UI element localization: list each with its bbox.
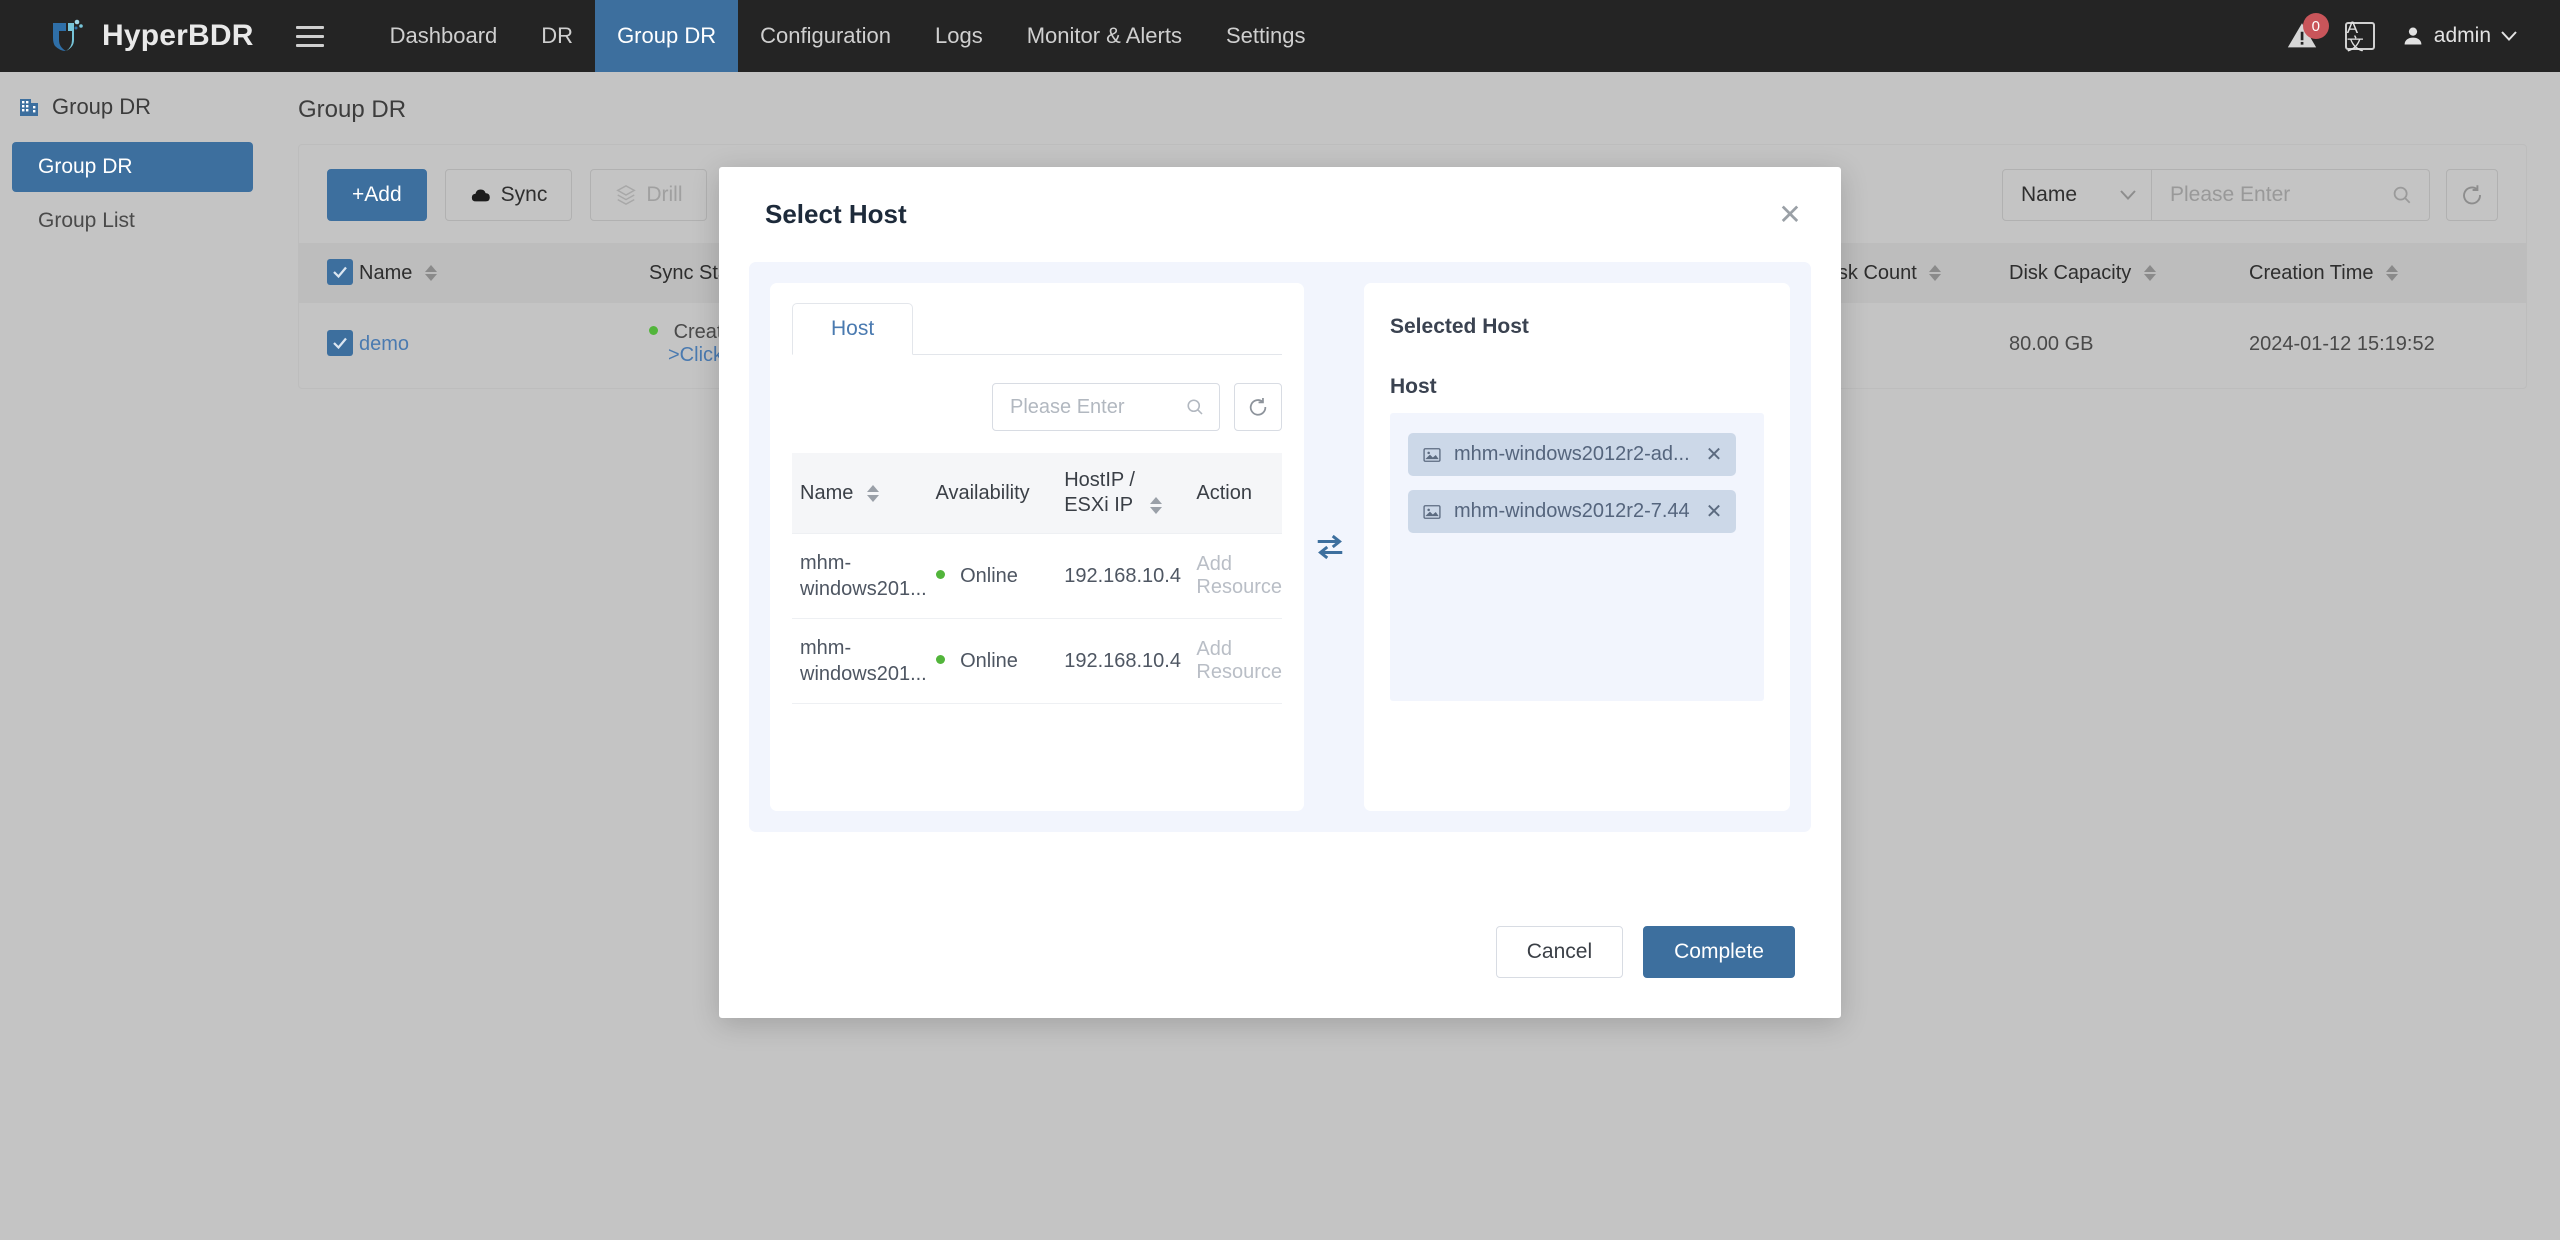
- column-header-action: Action: [1196, 481, 1252, 504]
- add-resource-link[interactable]: Add Resource: [1196, 553, 1282, 598]
- close-icon[interactable]: ✕: [1706, 499, 1723, 524]
- main-menu: Dashboard DR Group DR Configuration Logs…: [368, 0, 1328, 72]
- host-ip: 192.168.10.4: [1064, 649, 1181, 672]
- panel-tabs: Host: [792, 283, 1282, 355]
- host-availability: Online: [960, 649, 1018, 672]
- selected-host-chip-list: mhm-windows2012r2-ad... ✕ mhm-windows201…: [1390, 413, 1764, 701]
- host-ip: 192.168.10.4: [1064, 564, 1181, 587]
- status-dot-icon: [935, 654, 945, 664]
- user-icon: [2404, 27, 2422, 45]
- available-hosts-panel: Host Please Enter Name Availability Host…: [770, 283, 1304, 811]
- hyperbdr-logo-icon: [48, 16, 88, 56]
- available-hosts-table: Name Availability HostIP / ESXi IP Actio…: [792, 453, 1282, 704]
- selected-host-title: Selected Host: [1390, 315, 1529, 338]
- table-header-row: Name Availability HostIP / ESXi IP Actio…: [792, 453, 1282, 534]
- nav-item-group-dr[interactable]: Group DR: [595, 0, 739, 72]
- host-refresh-button[interactable]: [1234, 383, 1282, 431]
- image-icon: [1423, 504, 1441, 519]
- selected-host-chip[interactable]: mhm-windows2012r2-ad... ✕: [1408, 433, 1737, 476]
- close-icon[interactable]: ✕: [1775, 200, 1805, 229]
- refresh-icon: [1249, 398, 1267, 416]
- user-name: admin: [2433, 24, 2491, 47]
- sort-icon[interactable]: [1149, 497, 1162, 515]
- dialog-footer: Cancel Complete: [719, 926, 1841, 1018]
- selected-host-chip-label: mhm-windows2012r2-7.44: [1454, 500, 1690, 522]
- complete-button[interactable]: Complete: [1643, 926, 1795, 978]
- dialog-header: Select Host ✕: [719, 167, 1841, 262]
- selected-host-chip[interactable]: mhm-windows2012r2-7.44 ✕: [1408, 490, 1737, 533]
- nav-item-dr[interactable]: DR: [519, 0, 595, 72]
- dialog-body: Host Please Enter Name Availability Host…: [719, 262, 1841, 832]
- transfer-arrows-icon[interactable]: [1313, 532, 1347, 562]
- host-availability: Online: [960, 564, 1018, 587]
- translate-glyph: A文: [2346, 18, 2364, 54]
- host-search-input[interactable]: Please Enter: [992, 383, 1220, 431]
- table-row[interactable]: mhm-windows201... Online 192.168.10.4 Ad…: [792, 618, 1282, 704]
- translate-icon[interactable]: A文: [2344, 18, 2375, 54]
- column-header-availability: Availability: [935, 481, 1030, 504]
- nav-right-controls: 0 A文 admin: [2285, 13, 2560, 54]
- chevron-down-icon: [2501, 31, 2517, 41]
- table-row[interactable]: mhm-windows201... Online 192.168.10.4 Ad…: [792, 533, 1282, 619]
- dialog-title: Select Host: [765, 199, 907, 229]
- selected-hosts-panel: Selected Host Host mhm-windows2012r2-ad.…: [1364, 283, 1790, 811]
- select-host-dialog: Select Host ✕ Host Please Enter Name Ava…: [719, 167, 1841, 1018]
- selected-host-chip-label: mhm-windows2012r2-ad...: [1454, 443, 1690, 465]
- search-icon: [1187, 399, 1203, 415]
- selected-host-group-label: Host: [1390, 375, 1437, 398]
- alert-count-badge: 0: [2302, 13, 2329, 39]
- sort-icon[interactable]: [866, 484, 879, 502]
- tab-host[interactable]: Host: [792, 303, 914, 355]
- image-icon: [1423, 447, 1441, 462]
- host-search-placeholder: Please Enter: [1010, 395, 1125, 418]
- nav-item-dashboard[interactable]: Dashboard: [368, 0, 520, 72]
- host-name: mhm-windows201...: [800, 637, 927, 685]
- cancel-button[interactable]: Cancel: [1495, 926, 1624, 978]
- panel-search-row: Please Enter: [792, 355, 1282, 453]
- nav-item-logs[interactable]: Logs: [913, 0, 1005, 72]
- page-body: Group DR Group DR Group List Group DR +A…: [0, 72, 2560, 1240]
- column-header-hostip: HostIP / ESXi IP: [1064, 469, 1135, 516]
- brand: HyperBDR: [0, 16, 254, 56]
- host-name: mhm-windows201...: [800, 552, 927, 600]
- status-dot-icon: [935, 569, 945, 579]
- column-header-name: Name: [800, 481, 854, 504]
- warning-triangle-icon[interactable]: 0: [2285, 13, 2329, 53]
- user-menu[interactable]: admin: [2401, 24, 2518, 48]
- transfer-control: [1304, 283, 1356, 811]
- nav-item-monitor-alerts[interactable]: Monitor & Alerts: [1005, 0, 1204, 72]
- nav-item-settings[interactable]: Settings: [1204, 0, 1328, 72]
- brand-name: HyperBDR: [102, 19, 254, 52]
- transfer-widget: Host Please Enter Name Availability Host…: [749, 262, 1811, 832]
- add-resource-link[interactable]: Add Resource: [1196, 638, 1282, 683]
- nav-item-configuration[interactable]: Configuration: [738, 0, 913, 72]
- top-navigation-bar: HyperBDR Dashboard DR Group DR Configura…: [0, 0, 2560, 72]
- hamburger-icon[interactable]: [295, 21, 330, 51]
- close-icon[interactable]: ✕: [1706, 442, 1723, 467]
